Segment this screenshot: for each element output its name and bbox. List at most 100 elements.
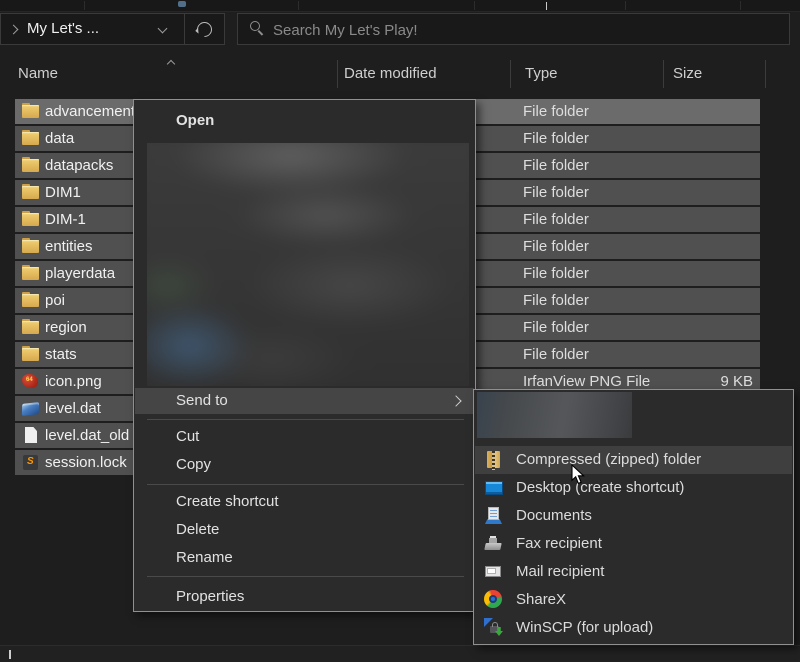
redacted-menu-items — [147, 143, 469, 386]
send-to-item[interactable]: ShareX — [475, 586, 792, 614]
file-type: File folder — [523, 99, 589, 124]
address-dropdown-icon[interactable] — [158, 24, 168, 34]
menu-separator — [147, 576, 464, 577]
file-name: playerdata — [45, 261, 115, 286]
search-box[interactable] — [237, 13, 790, 45]
menu-item-label: Create shortcut — [176, 489, 279, 515]
column-header-size[interactable]: Size — [673, 58, 702, 90]
breadcrumb-chevron-icon — [9, 25, 19, 35]
file-icon — [19, 423, 41, 448]
ribbon-separator — [298, 1, 299, 10]
file-type: File folder — [523, 234, 589, 259]
send-to-item-label: Desktop (create shortcut) — [516, 474, 684, 502]
mail-icon — [484, 562, 504, 582]
column-header-date-modified[interactable]: Date modified — [344, 58, 437, 90]
menu-item-label: Cut — [176, 424, 199, 450]
status-bar — [0, 645, 800, 662]
winscp-icon — [484, 618, 504, 638]
send-to-item-label: Fax recipient — [516, 530, 602, 558]
zip-folder-icon — [484, 450, 504, 470]
sublime-icon — [19, 450, 41, 475]
menu-item-rename[interactable]: Rename — [135, 545, 474, 571]
refresh-icon[interactable] — [194, 19, 215, 40]
menu-separator — [147, 419, 464, 420]
menu-item-copy[interactable]: Copy — [135, 452, 474, 478]
search-icon — [250, 21, 260, 31]
nbt-icon — [19, 396, 41, 421]
menu-item-send-to[interactable]: Send to — [135, 388, 474, 414]
file-name: icon.png — [45, 369, 102, 394]
breadcrumb[interactable]: My Let's ... — [27, 14, 99, 44]
file-type: File folder — [523, 153, 589, 178]
file-name: stats — [45, 342, 77, 367]
file-name: entities — [45, 234, 93, 259]
ribbon-separator — [740, 1, 741, 10]
column-divider[interactable] — [337, 60, 338, 88]
file-type: File folder — [523, 315, 589, 340]
file-type: File folder — [523, 180, 589, 205]
sharex-icon — [484, 590, 504, 610]
menu-item-properties[interactable]: Properties — [135, 584, 474, 610]
menu-item-label: Copy — [176, 452, 211, 478]
folder-icon — [19, 261, 41, 286]
documents-icon — [484, 506, 504, 526]
file-type: File folder — [523, 342, 589, 367]
folder-icon — [19, 288, 41, 313]
menu-item-label: Open — [176, 108, 214, 134]
send-to-item[interactable]: Mail recipient — [475, 558, 792, 586]
column-divider[interactable] — [510, 60, 511, 88]
address-bar[interactable]: My Let's ... — [0, 13, 225, 45]
file-name: level.dat_old — [45, 423, 129, 448]
file-name: level.dat — [45, 396, 101, 421]
menu-item-cut[interactable]: Cut — [135, 424, 474, 450]
ribbon-separator — [474, 1, 475, 10]
search-input[interactable] — [271, 14, 775, 46]
menu-item-label: Properties — [176, 584, 244, 610]
address-separator — [184, 14, 185, 44]
menu-item-create-shortcut[interactable]: Create shortcut — [135, 489, 474, 515]
send-to-item[interactable]: Desktop (create shortcut) — [475, 474, 792, 502]
explorer-window: My Let's ... Name Date modified Type Siz… — [0, 0, 800, 662]
folder-icon — [19, 315, 41, 340]
send-to-item[interactable]: Documents — [475, 502, 792, 530]
file-type: File folder — [523, 207, 589, 232]
menu-item-label: Rename — [176, 545, 233, 571]
send-to-item[interactable]: Fax recipient — [475, 530, 792, 558]
file-name: data — [45, 126, 74, 151]
file-name: region — [45, 315, 87, 340]
menu-separator — [147, 484, 464, 485]
send-to-item[interactable]: WinSCP (for upload) — [475, 614, 792, 642]
file-type: File folder — [523, 126, 589, 151]
irfanview-icon — [19, 369, 41, 394]
send-to-item-label: ShareX — [516, 586, 566, 614]
ribbon-glyph — [178, 1, 186, 7]
send-to-item-label: Mail recipient — [516, 558, 604, 586]
menu-item-delete[interactable]: Delete — [135, 517, 474, 543]
file-name: advancements — [45, 99, 143, 124]
status-text-fragment — [9, 650, 11, 659]
column-header-name[interactable]: Name — [18, 58, 58, 90]
menu-item-label: Delete — [176, 517, 219, 543]
menu-item-open[interactable]: Open — [135, 108, 474, 134]
column-header-type[interactable]: Type — [525, 58, 558, 90]
menu-item-label: Send to — [176, 388, 228, 414]
folder-icon — [19, 99, 41, 124]
folder-icon — [19, 126, 41, 151]
folder-icon — [19, 207, 41, 232]
send-to-item-label: WinSCP (for upload) — [516, 614, 653, 642]
ribbon-sliver — [0, 0, 800, 12]
column-divider[interactable] — [765, 60, 766, 88]
context-menu: Open Send to Cut Copy Create shortcut De… — [133, 99, 476, 612]
column-divider[interactable] — [663, 60, 664, 88]
ribbon-separator — [625, 1, 626, 10]
folder-icon — [19, 153, 41, 178]
send-to-item[interactable]: Compressed (zipped) folder — [475, 446, 792, 474]
redacted-submenu-item — [477, 392, 632, 438]
ribbon-glyph — [546, 2, 547, 10]
file-name: poi — [45, 288, 65, 313]
file-name: datapacks — [45, 153, 113, 178]
file-name: session.lock — [45, 450, 127, 475]
file-type: File folder — [523, 261, 589, 286]
file-name: DIM1 — [45, 180, 81, 205]
send-to-item-label: Documents — [516, 502, 592, 530]
